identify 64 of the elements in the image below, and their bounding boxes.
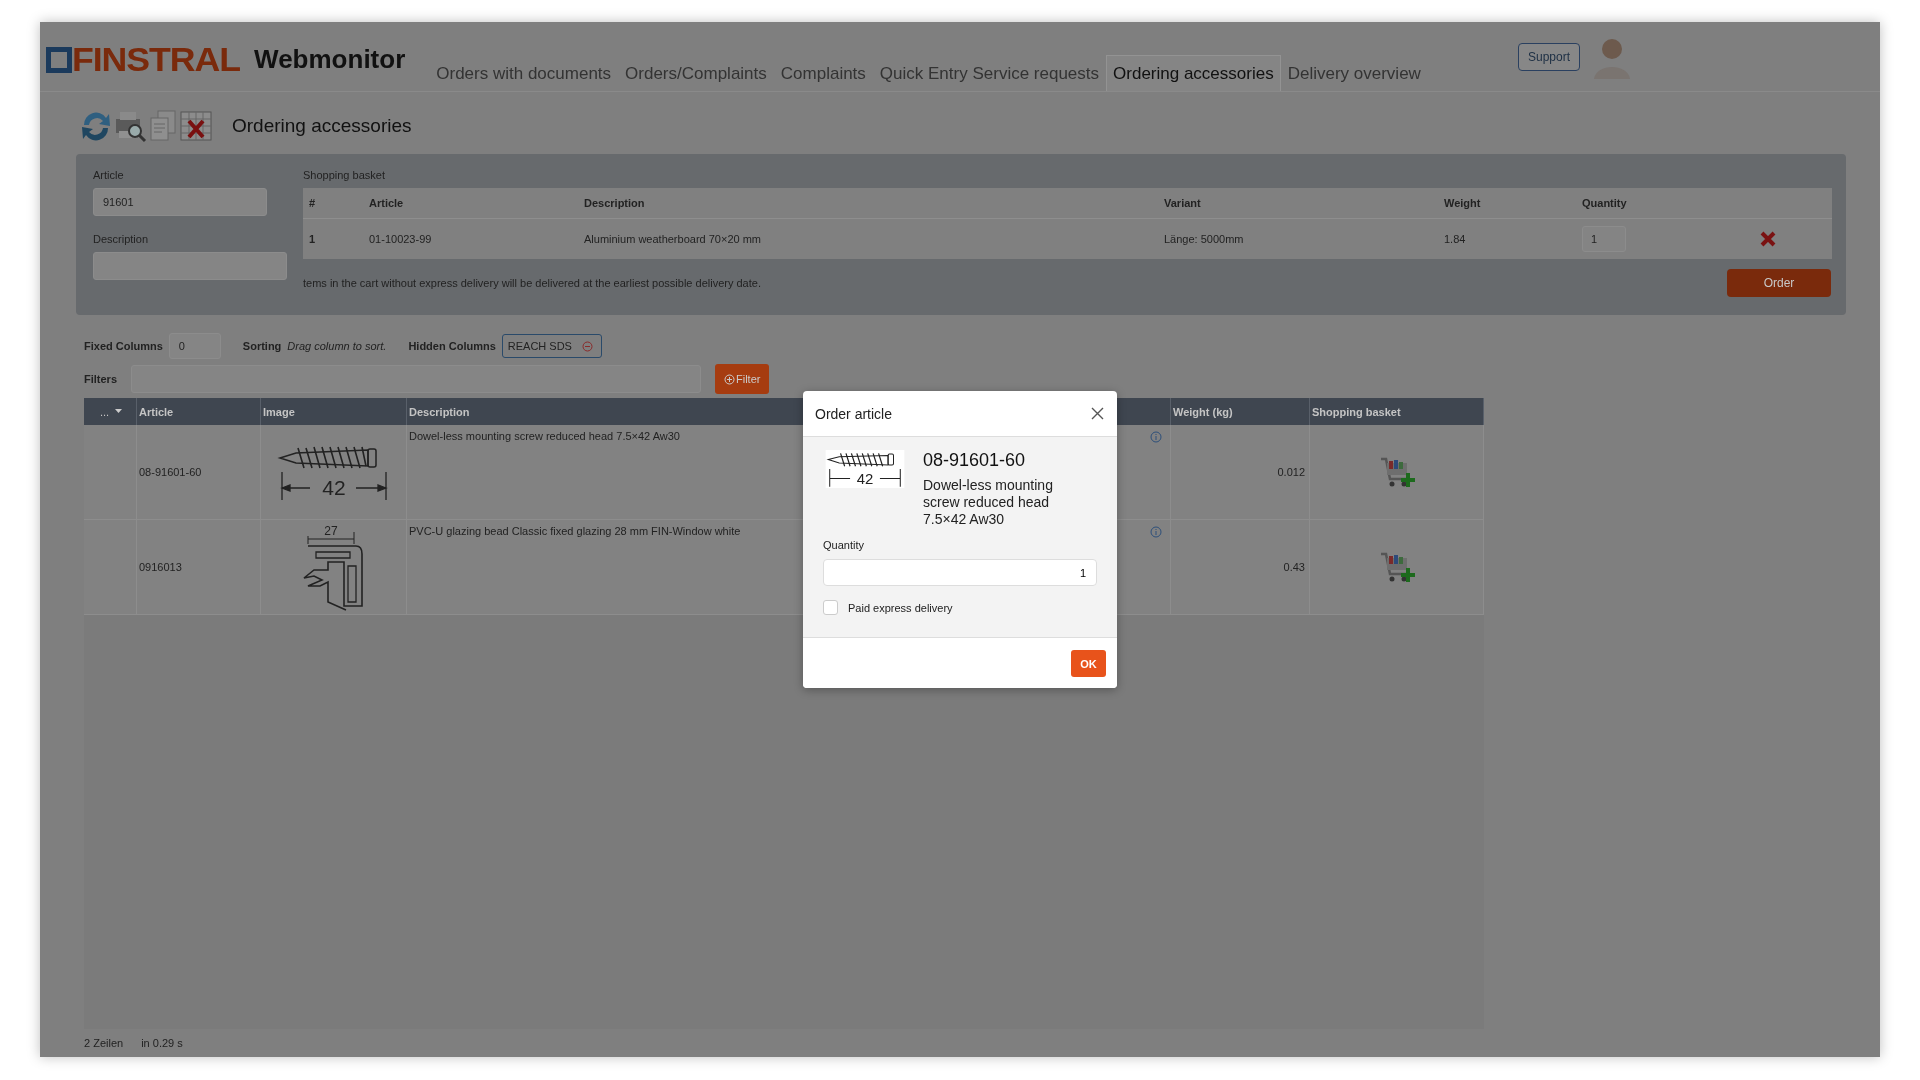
nav-tab[interactable]: Orders/Complaints bbox=[618, 55, 774, 91]
sorting-hint: Drag column to sort. bbox=[287, 340, 387, 352]
logo: FINSTRAL bbox=[72, 40, 241, 79]
caret-icon bbox=[115, 409, 123, 414]
dimension-label: 27 bbox=[323, 524, 338, 538]
printer-search-icon[interactable] bbox=[113, 109, 147, 143]
table-cell-text: 01-10023-99 bbox=[369, 233, 433, 245]
delivery-note: tems in the cart without express delivery will be delivered at the earliest possible delivery date. bbox=[303, 277, 761, 289]
nav-tab[interactable]: Quick Entry Service requests bbox=[872, 55, 1107, 91]
fixed-columns-field[interactable]: 0 bbox=[168, 333, 221, 359]
table-cell: 0.012 bbox=[1171, 425, 1310, 519]
filter-button[interactable]: Filter bbox=[715, 364, 770, 394]
cart-add-icon[interactable] bbox=[1378, 550, 1415, 584]
option-label: Filters bbox=[84, 373, 117, 385]
column-header: Weight bbox=[1444, 197, 1482, 209]
row-count: 2 Zeilen bbox=[84, 1037, 124, 1049]
option-label: Hidden Columns bbox=[408, 340, 496, 352]
info-icon[interactable] bbox=[1150, 526, 1162, 538]
dialog-title: Order article bbox=[815, 405, 893, 422]
table-cell-text: Aluminium weatherboard 70×20 mm bbox=[584, 233, 762, 245]
quantity-field[interactable]: 1 bbox=[823, 559, 1097, 587]
checkbox-label: Paid express delivery bbox=[848, 601, 953, 614]
nav-tab[interactable]: Orders with documents bbox=[429, 55, 619, 91]
nav-tab[interactable]: Complaints bbox=[773, 55, 873, 91]
description-field[interactable] bbox=[93, 252, 287, 280]
table-cell-text: 1 bbox=[309, 233, 317, 245]
plus-icon bbox=[724, 373, 735, 385]
delete-grid-icon[interactable] bbox=[179, 109, 213, 143]
order-button[interactable]: Order bbox=[1727, 269, 1831, 297]
page-title: Ordering accessories bbox=[232, 115, 412, 137]
delete-icon[interactable] bbox=[1760, 231, 1776, 247]
support-button[interactable]: Support bbox=[1517, 42, 1580, 71]
field-label: Description bbox=[93, 233, 150, 245]
article-field[interactable]: 91601 bbox=[93, 188, 267, 216]
field-label: Quantity bbox=[823, 539, 865, 552]
close-icon[interactable] bbox=[1091, 407, 1104, 420]
logo-square-icon bbox=[46, 46, 72, 73]
dimension-label: 42 bbox=[856, 469, 874, 487]
info-icon[interactable] bbox=[1150, 431, 1162, 443]
table-cell: 08-91601-60 bbox=[137, 425, 261, 519]
nav-tab[interactable]: Ordering accessories bbox=[1106, 55, 1281, 91]
cart-add-icon[interactable] bbox=[1378, 455, 1415, 489]
table-cell: 0916013 bbox=[137, 520, 261, 614]
table-cell-text: 1.84 bbox=[1444, 233, 1467, 245]
column-header: Quantity bbox=[1582, 197, 1628, 209]
express-checkbox[interactable] bbox=[823, 600, 838, 616]
app-name: Webmonitor bbox=[254, 44, 406, 75]
remove-icon[interactable] bbox=[581, 340, 593, 352]
option-label: Fixed Columns bbox=[84, 340, 163, 352]
column-header: Description bbox=[584, 197, 646, 209]
table-cell-text: Länge: 5000mm bbox=[1164, 233, 1245, 245]
quantity-field[interactable]: 1 bbox=[1582, 226, 1626, 252]
dimension-label: 42 bbox=[321, 476, 346, 499]
table-cell: 0.43 bbox=[1171, 520, 1310, 614]
nav-tab[interactable]: Delivery overview bbox=[1280, 55, 1428, 91]
hidden-column-tag[interactable]: REACH SDS bbox=[501, 334, 602, 358]
field-label: Article bbox=[93, 169, 125, 181]
ok-button[interactable]: OK bbox=[1071, 650, 1106, 678]
option-label: Sorting bbox=[242, 340, 282, 352]
query-time: in 0.29 s bbox=[141, 1037, 183, 1049]
column-header: Variant bbox=[1164, 197, 1202, 209]
column-header: Article bbox=[369, 197, 405, 209]
basket-title: Shopping basket bbox=[303, 169, 386, 181]
column-header: # bbox=[309, 197, 317, 209]
